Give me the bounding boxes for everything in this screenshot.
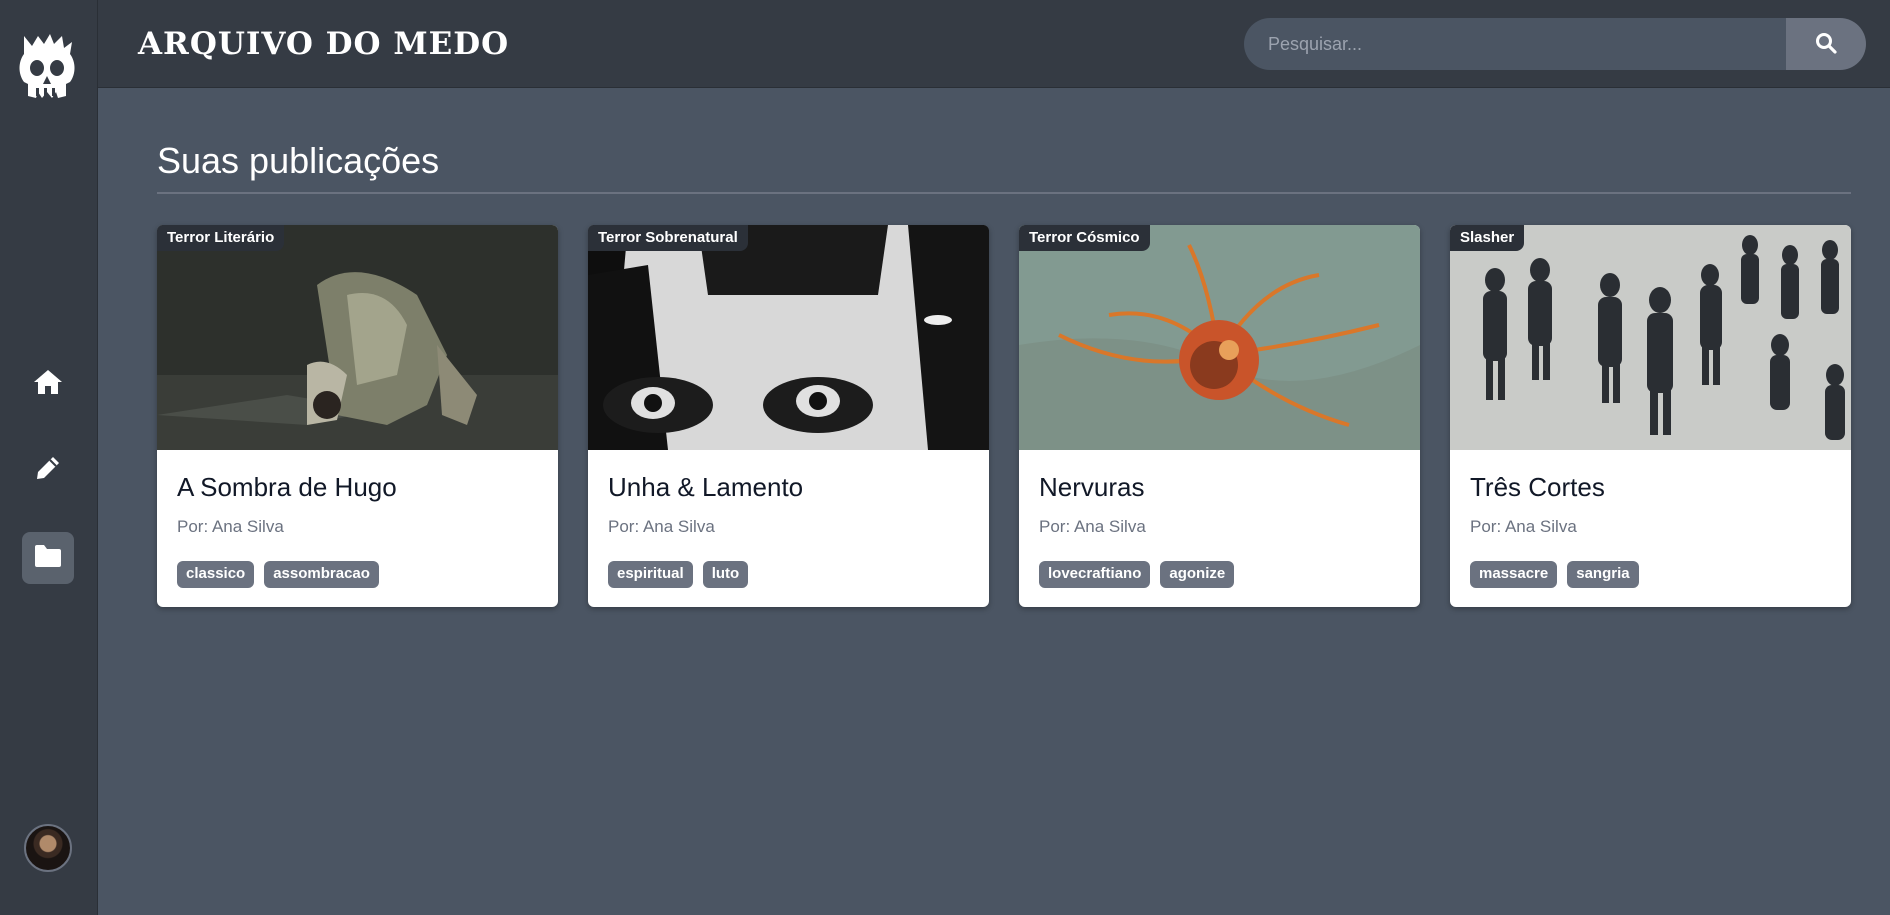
home-icon (33, 368, 63, 401)
card-author: Por: Ana Silva (1470, 517, 1577, 536)
tag-list: classico assombracao (177, 561, 538, 588)
tag[interactable]: classico (177, 561, 255, 588)
tag-list: espiritual luto (608, 561, 969, 588)
card-cover-image: Slasher (1450, 225, 1851, 450)
brand-title[interactable]: ARQUIVO DO MEDO (138, 26, 509, 62)
tag[interactable]: sangria (1567, 561, 1639, 588)
publication-grid: Terror Literário A Sombra de Hugo Por: A… (157, 225, 1851, 607)
tag[interactable]: agonize (1160, 561, 1235, 588)
header: ARQUIVO DO MEDO (98, 0, 1890, 88)
tag[interactable]: luto (702, 561, 749, 588)
skull-logo-icon[interactable] (14, 32, 80, 102)
publication-card[interactable]: Slasher Três Cortes Por: Ana Silva massa… (1450, 225, 1851, 607)
card-title[interactable]: Nervuras (1039, 472, 1400, 503)
genre-badge: Terror Cósmico (1019, 225, 1150, 251)
sidebar-item-home[interactable] (22, 358, 74, 410)
tag-list: lovecraftiano agonize (1039, 561, 1400, 588)
tag[interactable]: lovecraftiano (1039, 561, 1151, 588)
publication-card[interactable]: Terror Sobrenatural Unha & Lamento Por: … (588, 225, 989, 607)
card-title[interactable]: A Sombra de Hugo (177, 472, 538, 503)
card-cover-image: Terror Cósmico (1019, 225, 1420, 450)
search-button[interactable] (1786, 18, 1866, 70)
sidebar-item-write[interactable] (22, 444, 74, 496)
search-icon (1815, 32, 1837, 57)
sidebar (0, 0, 98, 915)
search-input[interactable] (1244, 18, 1786, 70)
sidebar-item-publications[interactable] (22, 532, 74, 584)
card-cover-image: Terror Sobrenatural (588, 225, 989, 450)
page-title: Suas publicações (157, 140, 1851, 194)
publication-card[interactable]: Terror Cósmico Nervuras Por: Ana Silva l… (1019, 225, 1420, 607)
folder-icon (33, 543, 63, 574)
search-bar (1244, 18, 1866, 70)
genre-badge: Terror Sobrenatural (588, 225, 748, 251)
genre-badge: Terror Literário (157, 225, 285, 251)
card-title[interactable]: Três Cortes (1470, 472, 1831, 503)
card-cover-image: Terror Literário (157, 225, 558, 450)
tag[interactable]: espiritual (608, 561, 693, 588)
card-author: Por: Ana Silva (1039, 517, 1146, 536)
tag[interactable]: massacre (1470, 561, 1558, 588)
tag-list: massacre sangria (1470, 561, 1831, 588)
genre-badge: Slasher (1450, 225, 1525, 251)
card-author: Por: Ana Silva (608, 517, 715, 536)
publication-card[interactable]: Terror Literário A Sombra de Hugo Por: A… (157, 225, 558, 607)
avatar[interactable] (24, 824, 72, 872)
pencil-icon (34, 454, 62, 487)
card-title[interactable]: Unha & Lamento (608, 472, 969, 503)
card-author: Por: Ana Silva (177, 517, 284, 536)
main-content: Suas publicações Terror Literário A Somb… (157, 140, 1851, 607)
tag[interactable]: assombracao (264, 561, 379, 588)
